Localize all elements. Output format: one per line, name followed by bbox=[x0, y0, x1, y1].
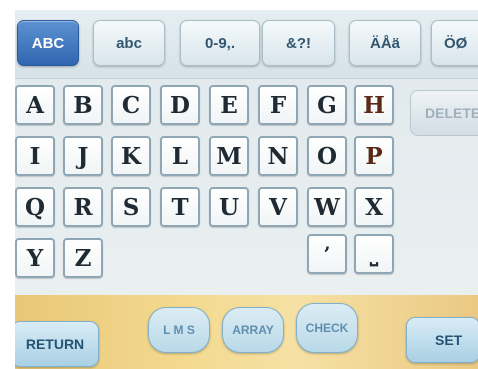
key-u[interactable]: U bbox=[209, 187, 249, 227]
mode-tab-uppercase[interactable]: ABC bbox=[17, 20, 79, 66]
keyboard-screen: ABC abc 0-9,. &?! ÄÅä ÖØ A B C D E F G H… bbox=[15, 10, 478, 369]
mode-tab-numbers[interactable]: 0-9,. bbox=[180, 20, 260, 66]
key-t[interactable]: T bbox=[160, 187, 200, 227]
key-q[interactable]: Q bbox=[15, 187, 55, 227]
key-s[interactable]: S bbox=[111, 187, 151, 227]
key-g[interactable]: G bbox=[307, 85, 347, 125]
key-i[interactable]: I bbox=[15, 136, 55, 176]
key-v[interactable]: V bbox=[258, 187, 298, 227]
key-j[interactable]: J bbox=[63, 136, 103, 176]
key-c[interactable]: C bbox=[111, 85, 151, 125]
mode-tab-accented-a[interactable]: ÄÅä bbox=[349, 20, 421, 66]
check-button[interactable]: CHECK bbox=[296, 303, 358, 353]
mode-tab-lowercase[interactable]: abc bbox=[93, 20, 165, 66]
key-x[interactable]: X bbox=[354, 187, 394, 227]
key-y[interactable]: Y bbox=[15, 238, 55, 278]
mode-tab-symbols[interactable]: &?! bbox=[262, 20, 335, 66]
key-space[interactable]: ⎵ bbox=[354, 234, 394, 274]
key-d[interactable]: D bbox=[160, 85, 200, 125]
key-f[interactable]: F bbox=[258, 85, 298, 125]
key-z[interactable]: Z bbox=[63, 238, 103, 278]
key-e[interactable]: E bbox=[209, 85, 249, 125]
set-button[interactable]: SET bbox=[406, 317, 478, 363]
array-button[interactable]: ARRAY bbox=[222, 307, 284, 353]
key-k[interactable]: K bbox=[111, 136, 151, 176]
key-apostrophe[interactable]: ’ bbox=[307, 234, 347, 274]
mode-tab-accented-o[interactable]: ÖØ bbox=[431, 20, 478, 66]
key-b[interactable]: B bbox=[63, 85, 103, 125]
return-button[interactable]: RETURN bbox=[15, 321, 99, 367]
key-m[interactable]: M bbox=[209, 136, 249, 176]
key-o[interactable]: O bbox=[307, 136, 347, 176]
bottom-action-bar: RETURN L M S ARRAY CHECK SET bbox=[15, 295, 478, 369]
lms-button[interactable]: L M S bbox=[148, 307, 210, 353]
key-w[interactable]: W bbox=[307, 187, 347, 227]
key-n[interactable]: N bbox=[258, 136, 298, 176]
key-h[interactable]: H bbox=[354, 85, 394, 125]
mode-tab-bar: ABC abc 0-9,. &?! ÄÅä ÖØ bbox=[15, 10, 478, 79]
delete-button[interactable]: DELETE bbox=[410, 90, 478, 136]
key-a[interactable]: A bbox=[15, 85, 55, 125]
key-p[interactable]: P bbox=[354, 136, 394, 176]
key-r[interactable]: R bbox=[63, 187, 103, 227]
key-l[interactable]: L bbox=[160, 136, 200, 176]
